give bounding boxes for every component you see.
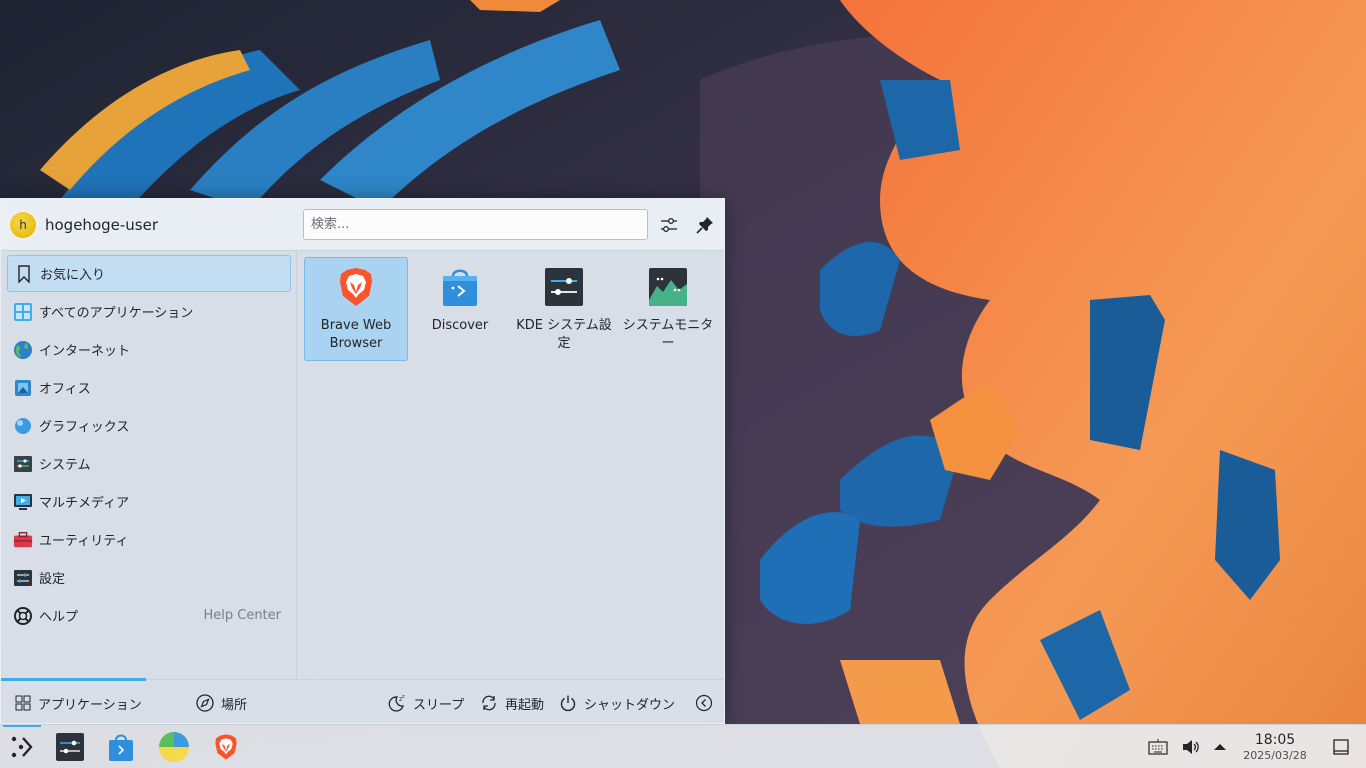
category-label: グラフィックス <box>39 420 130 435</box>
clock-time[interactable]: 18:05 <box>1240 732 1310 748</box>
keyboard-layout-button[interactable] <box>1141 729 1175 765</box>
favorites-grid: Brave Web Browser Discover KDE システム設定 シス… <box>298 251 726 679</box>
taskbar-filelight[interactable] <box>156 729 192 765</box>
pin-button[interactable] <box>691 211 719 239</box>
app-kde-system-settings[interactable]: KDE システム設定 <box>512 257 616 361</box>
utilities-icon <box>13 530 33 550</box>
search-input[interactable] <box>303 209 648 240</box>
power-icon <box>559 694 577 712</box>
category-label: すべてのアプリケーション <box>39 306 194 321</box>
application-launcher-menu: h hogehoge-user お気に入り <box>0 198 725 724</box>
system-icon <box>13 454 33 474</box>
brave-icon <box>340 268 372 306</box>
restart-button[interactable]: 再起動 <box>480 680 544 726</box>
tab-applications-label: アプリケーション <box>38 697 142 713</box>
tab-applications[interactable]: アプリケーション <box>15 680 142 726</box>
shutdown-button[interactable]: シャットダウン <box>559 680 675 726</box>
app-label: KDE システム設定 <box>516 318 612 351</box>
category-all-applications[interactable]: すべてのアプリケーション <box>7 293 291 330</box>
taskbar-brave[interactable] <box>208 729 244 765</box>
category-system[interactable]: システム <box>7 445 291 482</box>
category-label: マルチメディア <box>39 496 130 511</box>
settings-icon <box>13 568 33 588</box>
sleep-label: スリープ <box>413 697 465 713</box>
application-launcher-button[interactable] <box>4 729 40 765</box>
tray-expand-button[interactable] <box>1203 729 1237 765</box>
help-icon <box>13 606 33 626</box>
taskbar-panel: 18:05 2025/03/28 <box>0 724 1366 768</box>
category-favorites[interactable]: お気に入り <box>7 255 291 292</box>
chevron-left-circle-icon <box>695 694 713 712</box>
category-label: ヘルプ <box>39 610 79 625</box>
configure-button[interactable] <box>655 211 683 239</box>
applications-grid-icon <box>15 695 31 711</box>
sliders-icon <box>661 218 677 232</box>
all-apps-icon <box>13 302 33 322</box>
user-avatar[interactable]: h <box>8 210 38 240</box>
category-multimedia[interactable]: マルチメディア <box>7 483 291 520</box>
category-sublabel: Help Center <box>203 608 281 623</box>
sleep-button[interactable]: zz スリープ <box>388 680 464 726</box>
category-label: システム <box>39 458 91 473</box>
app-system-monitor[interactable]: システムモニター <box>616 257 720 361</box>
app-label: システムモニター <box>622 318 714 351</box>
more-leave-options-button[interactable] <box>695 680 713 726</box>
bookmark-icon <box>14 264 34 284</box>
graphics-icon <box>13 416 33 436</box>
compass-icon <box>196 694 214 712</box>
application-launcher-icon <box>11 736 33 758</box>
category-label: オフィス <box>39 382 91 397</box>
launcher-active-indicator <box>3 725 41 727</box>
category-utilities[interactable]: ユーティリティ <box>7 521 291 558</box>
pin-icon <box>696 217 713 234</box>
show-desktop-icon <box>1333 739 1349 755</box>
launcher-header: h hogehoge-user <box>1 199 724 251</box>
system-settings-icon <box>545 268 583 306</box>
clock-date[interactable]: 2025/03/28 <box>1240 749 1310 762</box>
category-sidebar: お気に入り すべてのアプリケーション インターネット オフィス グラフィックス <box>1 251 297 679</box>
category-label: ユーティリティ <box>39 534 129 549</box>
restart-icon <box>480 694 498 712</box>
category-office[interactable]: オフィス <box>7 369 291 406</box>
svg-text:z: z <box>402 694 405 700</box>
filelight-icon <box>159 732 189 762</box>
volume-icon <box>1183 740 1199 754</box>
restart-label: 再起動 <box>505 697 545 713</box>
username: hogehoge-user <box>45 216 158 234</box>
office-icon <box>13 378 33 398</box>
shutdown-label: シャットダウン <box>584 697 676 713</box>
taskbar-system-settings[interactable] <box>52 729 88 765</box>
app-discover[interactable]: Discover <box>408 257 512 361</box>
app-label: Discover <box>431 318 489 333</box>
app-label: Brave Web Browser <box>320 318 392 351</box>
app-brave-web-browser[interactable]: Brave Web Browser <box>304 257 408 361</box>
discover-icon <box>443 269 477 306</box>
category-graphics[interactable]: グラフィックス <box>7 407 291 444</box>
taskbar-discover[interactable] <box>103 729 139 765</box>
launcher-footer: アプリケーション 場所 zz スリープ 再起動 シャットダウン <box>1 678 724 726</box>
category-label: インターネット <box>39 344 131 359</box>
multimedia-icon <box>13 492 33 512</box>
globe-icon <box>13 340 33 360</box>
category-settings[interactable]: 設定 <box>7 559 291 596</box>
tab-places[interactable]: 場所 <box>196 680 247 726</box>
keyboard-icon <box>1148 739 1168 755</box>
discover-icon <box>109 734 133 761</box>
sleep-icon: zz <box>388 694 406 712</box>
system-settings-icon <box>56 733 84 761</box>
tab-places-label: 場所 <box>221 697 248 713</box>
category-internet[interactable]: インターネット <box>7 331 291 368</box>
category-help[interactable]: ヘルプ Help Center <box>7 597 291 634</box>
brave-icon <box>215 734 237 760</box>
system-monitor-icon <box>649 268 687 306</box>
chevron-up-icon <box>1214 744 1226 750</box>
show-desktop-button[interactable] <box>1324 729 1358 765</box>
category-label: お気に入り <box>40 268 106 283</box>
category-label: 設定 <box>39 572 66 587</box>
